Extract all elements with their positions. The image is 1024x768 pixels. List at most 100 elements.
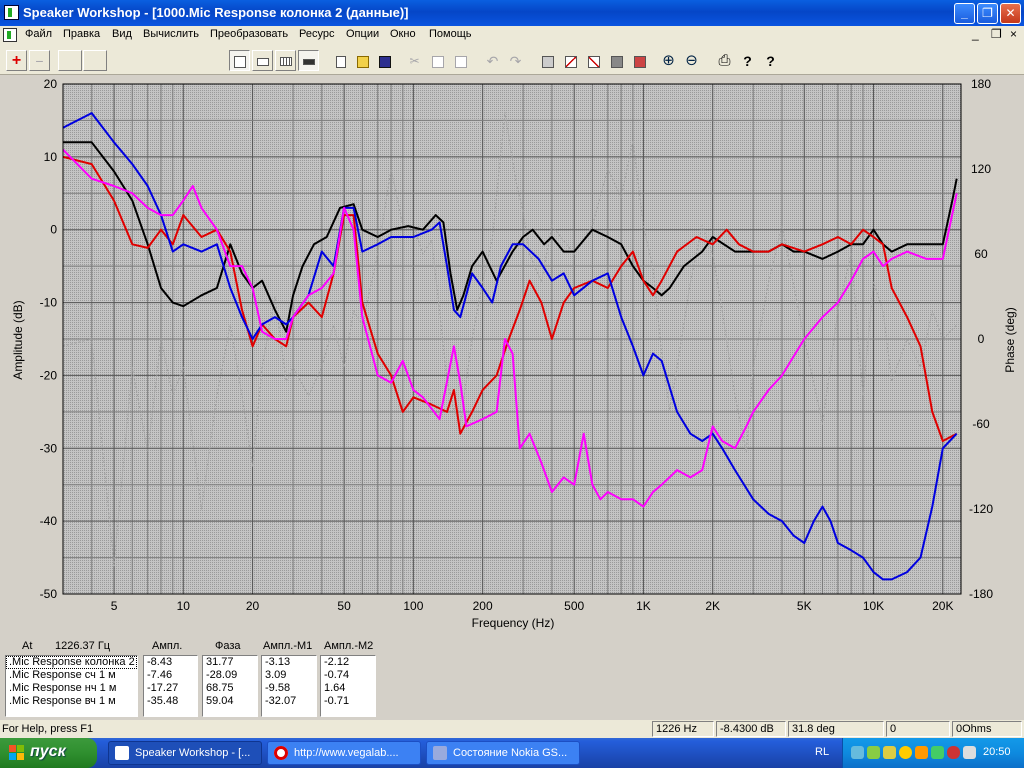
app-icon[interactable] xyxy=(4,5,19,20)
menu-help[interactable]: Помощь xyxy=(429,28,472,40)
remove-button[interactable]: − xyxy=(29,50,50,71)
minimize-button[interactable]: _ xyxy=(954,3,975,24)
menu-resource[interactable]: Ресурс xyxy=(299,28,334,40)
security-shield-icon[interactable] xyxy=(947,746,960,759)
list-item: -35.48 xyxy=(147,695,179,707)
start-button[interactable]: пуск xyxy=(0,738,97,768)
graph-button[interactable] xyxy=(560,50,581,71)
m2-list[interactable]: -2.12 -0.74 1.64 -0.71 xyxy=(320,655,376,717)
redo-button[interactable]: ↷ xyxy=(505,50,526,71)
menu-window[interactable]: Окно xyxy=(390,28,416,40)
task-speaker-workshop[interactable]: Speaker Workshop - [... xyxy=(108,741,262,765)
y2-tick-label: -120 xyxy=(969,502,993,516)
curve-name-list[interactable]: .Mic Response колонка 2 .Mic Response сч… xyxy=(5,655,138,717)
properties-icon xyxy=(541,55,554,68)
chart-icon xyxy=(302,58,315,65)
list-item[interactable]: .Mic Response нч 1 м xyxy=(6,682,137,695)
windows-flag-icon xyxy=(9,745,25,761)
copy-icon xyxy=(431,55,444,68)
zoom-out-button[interactable]: ⊖ xyxy=(681,50,702,71)
menu-edit[interactable]: Правка xyxy=(63,28,100,40)
new-file-button[interactable] xyxy=(330,50,351,71)
calc-button[interactable] xyxy=(606,50,627,71)
cut-button[interactable]: ✂ xyxy=(404,50,425,71)
graph-icon xyxy=(564,55,577,68)
status-help-text: For Help, press F1 xyxy=(2,723,94,735)
status-frequency: 1226 Hz xyxy=(652,721,714,737)
properties-button[interactable] xyxy=(537,50,558,71)
list-item[interactable]: .Mic Response вч 1 м xyxy=(6,695,137,708)
chart-view-button[interactable] xyxy=(298,50,319,71)
open-folder-icon xyxy=(356,55,369,68)
open-button[interactable] xyxy=(352,50,373,71)
menu-file[interactable]: Файл xyxy=(25,28,52,40)
print-button[interactable]: ⎙ xyxy=(714,50,735,71)
nokia-icon xyxy=(433,746,447,760)
list-item: -0.74 xyxy=(324,669,350,681)
y-tick-label: -40 xyxy=(40,514,58,528)
network-icon[interactable] xyxy=(851,746,864,759)
maximize-button[interactable]: ❐ xyxy=(977,3,998,24)
at-value: 1226.37 Гц xyxy=(55,640,111,652)
list-item: 59.04 xyxy=(206,695,234,707)
menu-view[interactable]: Вид xyxy=(112,28,132,40)
x-tick-label: 5K xyxy=(797,599,812,613)
frequency-response-chart[interactable]: 5 10 20 50 100 200 500 1K 2K 5K 10K 20K 20 10 0 -10 -20-… xyxy=(0,76,1024,632)
save-button[interactable] xyxy=(374,50,395,71)
context-help-button[interactable]: ? xyxy=(760,50,781,71)
phase-header: Фаза xyxy=(215,640,241,652)
mdi-minimize-button[interactable]: _ xyxy=(972,27,979,41)
new-file-icon xyxy=(335,55,346,68)
paste-button[interactable] xyxy=(450,50,471,71)
list-item[interactable]: .Mic Response колонка 2 xyxy=(6,656,137,669)
menu-options[interactable]: Опции xyxy=(346,28,379,40)
tree-button[interactable] xyxy=(229,50,250,71)
status-phase: 31.8 deg xyxy=(788,721,884,737)
m1-header: Ампл.-M1 xyxy=(263,640,313,652)
close-button[interactable]: ✕ xyxy=(1000,3,1021,24)
list-item[interactable]: .Mic Response сч 1 м xyxy=(6,669,137,682)
x-tick-label: 200 xyxy=(473,599,493,613)
measure-button[interactable] xyxy=(583,50,604,71)
document-icon[interactable] xyxy=(3,28,17,42)
undo-button[interactable]: ↶ xyxy=(482,50,503,71)
copy-button[interactable] xyxy=(427,50,448,71)
task-label: Speaker Workshop - [... xyxy=(135,747,251,759)
ampl-list[interactable]: -8.43 -7.46 -17.27 -35.48 xyxy=(143,655,198,717)
zoom-in-button[interactable]: ⊕ xyxy=(658,50,679,71)
task-opera-browser[interactable]: http://www.vegalab.... xyxy=(267,741,421,765)
tray-icon-5[interactable] xyxy=(915,746,928,759)
help-button[interactable]: ? xyxy=(737,50,758,71)
title-bar: Speaker Workshop - [1000.Mic Response ко… xyxy=(0,0,1024,26)
tray-icon-4[interactable] xyxy=(899,746,912,759)
add-button[interactable]: + xyxy=(6,50,27,71)
export-button[interactable] xyxy=(629,50,650,71)
list-item: 3.09 xyxy=(265,669,287,681)
tray-icon-3[interactable] xyxy=(883,746,896,759)
tray-icon-2[interactable] xyxy=(867,746,880,759)
status-value: 0 xyxy=(886,721,950,737)
volume-icon[interactable] xyxy=(963,746,976,759)
x-tick-label: 20 xyxy=(246,599,260,613)
blank-button-2[interactable] xyxy=(83,50,107,71)
status-amplitude: -8.4300 dB xyxy=(716,721,786,737)
task-nokia-status[interactable]: Состояние Nokia GS... xyxy=(426,741,580,765)
opera-icon xyxy=(274,746,288,760)
y2-tick-label: 120 xyxy=(971,162,991,176)
table-icon xyxy=(279,57,292,67)
menu-transform[interactable]: Преобразовать xyxy=(210,28,288,40)
mdi-close-button[interactable]: × xyxy=(1010,27,1017,41)
phase-list[interactable]: 31.77 -28.09 68.75 59.04 xyxy=(202,655,258,717)
taskbar: пуск Speaker Workshop - [... http://www.… xyxy=(0,738,1024,768)
m1-list[interactable]: -3.13 3.09 -9.58 -32.07 xyxy=(261,655,317,717)
language-indicator[interactable]: RL xyxy=(815,746,829,758)
view-button[interactable] xyxy=(252,50,273,71)
table-button[interactable] xyxy=(275,50,296,71)
mdi-restore-button[interactable]: ❐ xyxy=(991,27,1002,41)
system-tray: 20:50 xyxy=(842,738,1024,768)
blank-button-1[interactable] xyxy=(58,50,82,71)
x-tick-label: 5 xyxy=(111,599,118,613)
menu-calculate[interactable]: Вычислить xyxy=(143,28,199,40)
tray-icon-6[interactable] xyxy=(931,746,944,759)
chart-svg[interactable]: 5 10 20 50 100 200 500 1K 2K 5K 10K 20K20100-10-20-… xyxy=(0,76,1024,632)
